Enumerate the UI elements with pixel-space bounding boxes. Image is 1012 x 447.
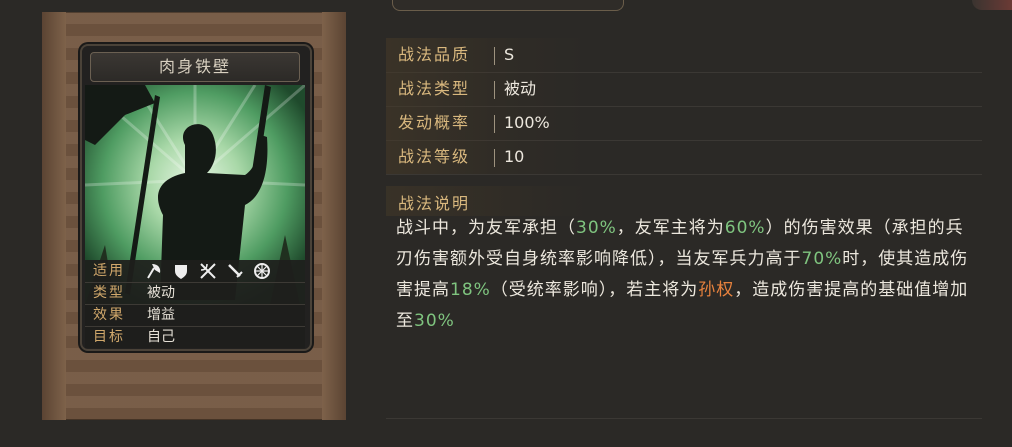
info-label: 目标	[93, 329, 125, 345]
description-highlight: 18%	[450, 280, 491, 300]
info-row-applicable: 适用	[85, 260, 305, 283]
wheel-icon	[253, 262, 271, 280]
description-segment: （受统率影响），若主将为	[490, 280, 699, 300]
divider	[494, 81, 495, 99]
divider	[386, 418, 982, 419]
description-segment: 战斗中，为友军承担（	[396, 218, 576, 238]
scroll-stripe-left	[42, 12, 66, 420]
divider	[494, 47, 495, 65]
attr-value: S	[504, 45, 515, 64]
card-info-table: 适用 类型 被动 效果 增益 目标 自己	[85, 260, 305, 348]
scroll-stripe-right	[322, 12, 346, 420]
troop-type-icons	[145, 262, 271, 280]
attr-row-type: 战法类型 被动	[386, 72, 982, 107]
top-frame-decoration	[392, 0, 624, 11]
info-row-type: 类型 被动	[85, 282, 305, 305]
attr-label: 战法等级	[398, 147, 471, 166]
info-row-target: 目标 自己	[85, 326, 305, 348]
attr-value: 10	[504, 147, 525, 166]
divider	[494, 115, 495, 133]
card-title: 肉身铁壁	[90, 52, 300, 82]
description-title: 战法说明	[398, 194, 471, 213]
tactic-card: 肉身铁壁 适用 类型 被动 效果 增益 目标 自己	[80, 44, 312, 351]
info-label: 类型	[93, 285, 125, 301]
attr-row-probability: 发动概率 100%	[386, 106, 982, 141]
attr-value: 被动	[504, 79, 537, 98]
description-segment: ，友军主将为	[616, 218, 725, 238]
description-header: 战法说明	[386, 186, 586, 216]
info-label: 效果	[93, 307, 125, 323]
axe-icon	[145, 262, 163, 280]
attr-label: 发动概率	[398, 113, 471, 132]
shield-icon	[172, 262, 190, 280]
description-highlight: 30%	[414, 311, 455, 331]
description-text: 战斗中，为友军承担（30%，友军主将为60%）的伤害效果（承担的兵刃伤害额外受自…	[396, 213, 976, 337]
attr-row-quality: 战法品质 S	[386, 38, 982, 73]
description-highlight: 70%	[801, 249, 843, 269]
attr-value: 100%	[504, 113, 550, 132]
description-highlight: 孙权	[698, 280, 735, 300]
description-highlight: 30%	[576, 218, 617, 238]
info-value: 自己	[147, 329, 175, 345]
crossed-bows-icon	[199, 262, 217, 280]
info-value: 增益	[147, 307, 175, 323]
close-corner-decoration	[972, 0, 1012, 10]
attr-row-level: 战法等级 10	[386, 140, 982, 175]
info-label: 适用	[93, 263, 125, 279]
info-value: 被动	[147, 285, 175, 301]
sword-icon	[226, 262, 244, 280]
attr-label: 战法类型	[398, 79, 471, 98]
attr-label: 战法品质	[398, 45, 471, 64]
divider	[494, 149, 495, 167]
description-highlight: 60%	[724, 218, 766, 238]
info-row-effect: 效果 增益	[85, 304, 305, 327]
